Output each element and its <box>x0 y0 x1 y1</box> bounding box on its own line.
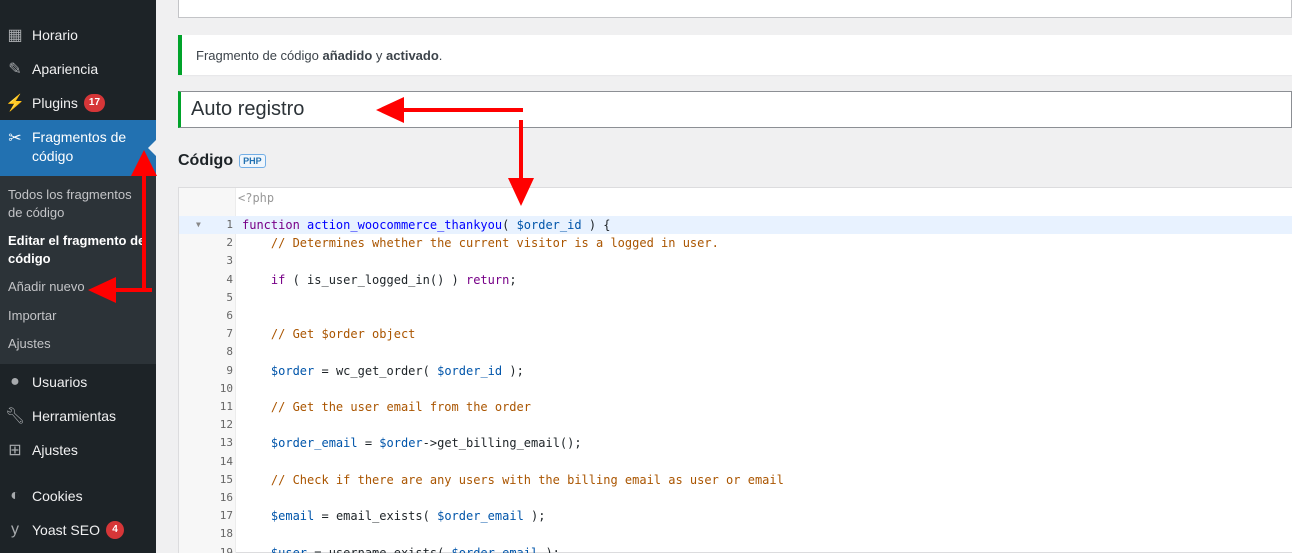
wrench-icon: 🔧︎ <box>4 408 26 425</box>
code-line[interactable]: 2 // Determines whether the current visi… <box>179 234 1292 252</box>
active-menu-pointer <box>148 140 156 156</box>
code-line[interactable]: 11 // Get the user email from the order <box>179 398 1292 416</box>
menu-item-horario[interactable]: ▦ Horario <box>0 18 156 52</box>
line-number: 5 <box>226 290 233 304</box>
submenu-fragmentos: Todos los fragmentos de código Editar el… <box>0 176 156 364</box>
line-code: $user = username_exists( $order_email ); <box>270 545 560 553</box>
line-number: 12 <box>219 418 233 432</box>
line-number: 10 <box>219 381 233 395</box>
submenu-item-anadir-nuevo[interactable]: Añadir nuevo <box>8 278 148 296</box>
line-code: // Get $order object <box>242 327 416 342</box>
plugins-update-badge: 17 <box>83 94 106 112</box>
menu-item-plugins[interactable]: ⚡ Plugins 17 <box>0 86 156 120</box>
line-number: 11 <box>219 400 233 413</box>
menu-item-yoast[interactable]: y Yoast SEO 4 <box>0 513 156 547</box>
code-line[interactable]: 5 <box>179 289 1292 307</box>
users-icon: ● <box>10 373 20 390</box>
code-line[interactable]: 7 // Get $order object <box>179 325 1292 343</box>
code-line[interactable]: 6 <box>179 307 1292 325</box>
code-line[interactable]: 18 <box>179 525 1292 543</box>
line-number: 14 <box>219 454 233 468</box>
yoast-notification-badge: 4 <box>105 521 124 539</box>
line-code: $email = email_exists( $order_email ); <box>270 509 546 524</box>
snippet-title-input[interactable]: Auto registro <box>178 91 1292 128</box>
line-number: 16 <box>219 491 233 504</box>
line-number: 3 <box>226 254 233 268</box>
snippet-title-value: Auto registro <box>191 98 305 120</box>
code-line[interactable]: ▼ 1 function action_woocommerce_thankyou( … <box>179 216 1292 234</box>
php-open-tag: <?php <box>238 191 275 205</box>
menu-item-ajustes[interactable]: ⊞ Ajustes <box>0 433 156 467</box>
code-line[interactable]: 16 <box>179 489 1292 507</box>
code-line[interactable]: 4 if ( is_user_logged_in() ) return; <box>179 271 1292 289</box>
code-line[interactable]: 14 <box>179 453 1292 471</box>
line-number: 18 <box>219 527 233 541</box>
code-line[interactable]: 10 <box>179 380 1292 398</box>
line-code: if ( is_user_logged_in() ) return; <box>270 272 517 287</box>
success-notice: Fragmento de código añadido y activado. <box>178 35 1292 75</box>
notice-text: Fragmento de código añadido y activado. <box>196 47 443 63</box>
scissors-icon: ✂ <box>8 130 22 147</box>
line-number: 4 <box>226 272 233 286</box>
code-line[interactable]: 9 $order = wc_get_order( $order_id ); <box>179 362 1292 380</box>
line-code: // Check if there are any users with the… <box>242 472 784 487</box>
calendar-icon: ▦ <box>7 27 23 44</box>
admin-sidebar: ▦ Horario ✎ Apariencia ⚡ Plugins 17 ✂ Fr… <box>0 0 156 553</box>
submenu-item-todos[interactable]: Todos los fragmentos de código <box>8 186 148 222</box>
code-line[interactable]: 3 <box>179 252 1292 270</box>
line-number: 19 <box>219 545 233 553</box>
code-line[interactable]: 19 $user = username_exists( $order_email… <box>179 544 1292 553</box>
menu-item-usuarios[interactable]: ● Usuarios <box>0 365 156 399</box>
line-number: 13 <box>219 436 233 450</box>
menu-item-fragmentos[interactable]: ✂ Fragmentos de código <box>0 120 156 176</box>
line-code: $order = wc_get_order( $order_id ); <box>270 363 524 378</box>
line-number: 7 <box>226 327 233 341</box>
code-heading-label: Código <box>178 152 234 169</box>
yoast-icon: y <box>11 521 19 538</box>
line-code: // Get the user email from the order <box>242 400 531 414</box>
cookie-icon: ◐ <box>10 487 20 504</box>
php-badge: PHP <box>239 154 266 168</box>
top-panel <box>178 0 1292 18</box>
line-number: 8 <box>226 345 233 359</box>
code-line[interactable]: 13 $order_email = $order->get_billing_em… <box>179 434 1292 452</box>
plugin-icon: ⚡ <box>5 95 25 112</box>
submenu-item-editar[interactable]: Editar el fragmento de código <box>8 232 148 268</box>
code-line[interactable]: 17 $email = email_exists( $order_email )… <box>179 507 1292 525</box>
line-number: 6 <box>226 309 233 322</box>
paintbrush-icon: ✎ <box>8 61 22 78</box>
submenu-item-ajustes[interactable]: Ajustes <box>8 335 148 353</box>
menu-item-herramientas[interactable]: 🔧︎ Herramientas <box>0 399 156 433</box>
code-line[interactable]: 15 // Check if there are any users with … <box>179 471 1292 489</box>
submenu-item-importar[interactable]: Importar <box>8 307 148 325</box>
code-line[interactable]: 8 <box>179 343 1292 361</box>
code-heading: Código PHP <box>178 152 266 170</box>
code-editor[interactable]: <?php ▼ 1 function action_woocommerce_than… <box>178 187 1292 553</box>
line-code: function action_woocommerce_thankyou( $o… <box>242 218 611 232</box>
line-number: 2 <box>226 236 233 250</box>
line-code: // Determines whether the current visito… <box>242 236 719 251</box>
code-line[interactable]: 12 <box>179 416 1292 434</box>
line-number: 17 <box>219 509 233 523</box>
line-number: 15 <box>219 472 233 486</box>
menu-item-cookies[interactable]: ◐ Cookies <box>0 479 156 513</box>
menu-item-apariencia[interactable]: ✎ Apariencia <box>0 52 156 86</box>
line-number: 1 <box>226 218 233 231</box>
line-number: 9 <box>226 363 233 377</box>
settings-icon: ⊞ <box>8 442 22 459</box>
line-code: $order_email = $order->get_billing_email… <box>270 436 582 451</box>
